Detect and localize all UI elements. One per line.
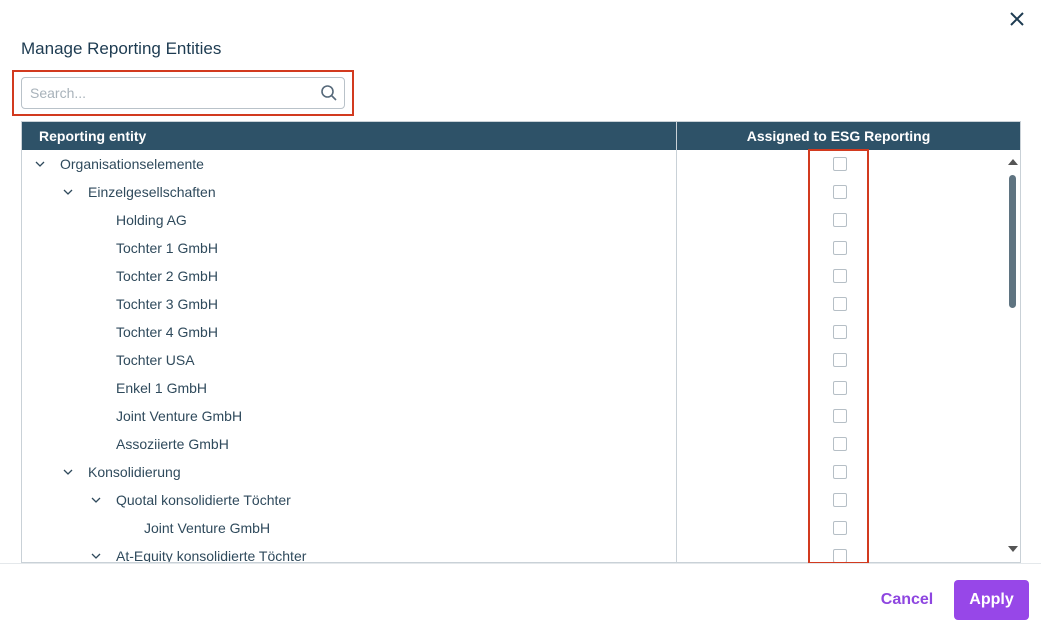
entity-cell: Quotal konsolidierte Töchter [22,486,677,514]
entity-label: Konsolidierung [88,464,181,480]
assigned-checkbox[interactable] [833,241,847,255]
assigned-cell [677,318,1020,346]
assigned-checkbox[interactable] [833,297,847,311]
table-row[interactable]: At-Equity konsolidierte Töchter [22,542,1020,562]
entity-cell: Assoziierte GmbH [22,430,677,458]
assigned-checkbox[interactable] [833,493,847,507]
entity-cell: Enkel 1 GmbH [22,374,677,402]
scroll-up-arrow-icon[interactable] [1008,159,1018,165]
entity-label: Tochter 4 GmbH [116,324,218,340]
column-header-reporting-entity[interactable]: Reporting entity [22,122,677,150]
table-header: Reporting entity Assigned to ESG Reporti… [22,122,1020,150]
entity-label: Tochter 1 GmbH [116,240,218,256]
entity-label: Joint Venture GmbH [116,408,243,424]
entity-label: Tochter USA [116,352,195,368]
assigned-checkbox[interactable] [833,185,847,199]
entity-label: Enkel 1 GmbH [116,380,208,396]
table-row[interactable]: Assoziierte GmbH [22,430,1020,458]
table-row[interactable]: Joint Venture GmbH [22,514,1020,542]
table-row[interactable]: Tochter 4 GmbH [22,318,1020,346]
table-row[interactable]: Joint Venture GmbH [22,402,1020,430]
entity-cell: Tochter 2 GmbH [22,262,677,290]
entity-label: Holding AG [116,212,187,228]
chevron-down-icon[interactable] [88,497,104,503]
search-box[interactable] [21,77,345,109]
entity-cell: Tochter 1 GmbH [22,234,677,262]
chevron-down-icon[interactable] [60,469,76,475]
assigned-checkbox[interactable] [833,269,847,283]
entity-label: Tochter 2 GmbH [116,268,218,284]
entity-label: Tochter 3 GmbH [116,296,218,312]
entity-cell: Joint Venture GmbH [22,514,677,542]
scrollbar-thumb[interactable] [1009,175,1016,308]
table-body: Organisationselemente Einzelgesellschafte… [22,150,1020,562]
assigned-cell [677,206,1020,234]
dialog-title: Manage Reporting Entities [21,39,222,58]
apply-button[interactable]: Apply [954,580,1029,620]
assigned-cell [677,234,1020,262]
entity-cell: Tochter 4 GmbH [22,318,677,346]
entity-cell: Joint Venture GmbH [22,402,677,430]
assigned-checkbox[interactable] [833,465,847,479]
entity-label: At-Equity konsolidierte Töchter [116,548,307,562]
close-button[interactable] [1006,8,1028,30]
assigned-checkbox[interactable] [833,213,847,227]
table-row[interactable]: Konsolidierung [22,458,1020,486]
column-header-assigned[interactable]: Assigned to ESG Reporting [677,122,1020,150]
table-row[interactable]: Enkel 1 GmbH [22,374,1020,402]
entity-label: Einzelgesellschaften [88,184,216,200]
table-row[interactable]: Holding AG [22,206,1020,234]
assigned-cell [677,514,1020,542]
assigned-checkbox[interactable] [833,549,847,562]
scrollbar[interactable] [1005,150,1020,562]
entity-cell: Tochter 3 GmbH [22,290,677,318]
entity-cell: Tochter USA [22,346,677,374]
assigned-cell [677,346,1020,374]
footer-divider [0,563,1041,564]
table-row[interactable]: Tochter 1 GmbH [22,234,1020,262]
search-icon[interactable] [314,84,344,102]
assigned-cell [677,458,1020,486]
assigned-checkbox[interactable] [833,157,847,171]
assigned-cell [677,486,1020,514]
chevron-down-icon[interactable] [60,189,76,195]
table-row[interactable]: Tochter 3 GmbH [22,290,1020,318]
entity-cell: Einzelgesellschaften [22,178,677,206]
chevron-down-icon[interactable] [32,161,48,167]
entity-label: Quotal konsolidierte Töchter [116,492,291,508]
table-row[interactable]: Organisationselemente [22,150,1020,178]
assigned-cell [677,402,1020,430]
entity-cell: Organisationselemente [22,150,677,178]
entity-label: Joint Venture GmbH [144,520,271,536]
entity-cell: At-Equity konsolidierte Töchter [22,542,677,562]
entities-table: Reporting entity Assigned to ESG Reporti… [21,121,1021,563]
table-row[interactable]: Tochter USA [22,346,1020,374]
assigned-checkbox[interactable] [833,353,847,367]
search-input[interactable] [22,79,314,107]
assigned-checkbox[interactable] [833,437,847,451]
chevron-down-icon[interactable] [88,553,104,559]
assigned-checkbox[interactable] [833,325,847,339]
assigned-cell [677,178,1020,206]
entity-label: Assoziierte GmbH [116,436,229,452]
assigned-cell [677,290,1020,318]
entity-cell: Holding AG [22,206,677,234]
assigned-cell [677,262,1020,290]
cancel-button[interactable]: Cancel [870,583,944,617]
table-row[interactable]: Quotal konsolidierte Töchter [22,486,1020,514]
assigned-cell [677,430,1020,458]
table-row[interactable]: Einzelgesellschaften [22,178,1020,206]
assigned-checkbox[interactable] [833,381,847,395]
entity-cell: Konsolidierung [22,458,677,486]
scroll-down-arrow-icon[interactable] [1008,546,1018,552]
assigned-cell [677,542,1020,562]
table-row[interactable]: Tochter 2 GmbH [22,262,1020,290]
close-icon [1010,12,1024,26]
assigned-cell [677,150,1020,178]
entity-label: Organisationselemente [60,156,204,172]
assigned-checkbox[interactable] [833,409,847,423]
assigned-cell [677,374,1020,402]
assigned-checkbox[interactable] [833,521,847,535]
